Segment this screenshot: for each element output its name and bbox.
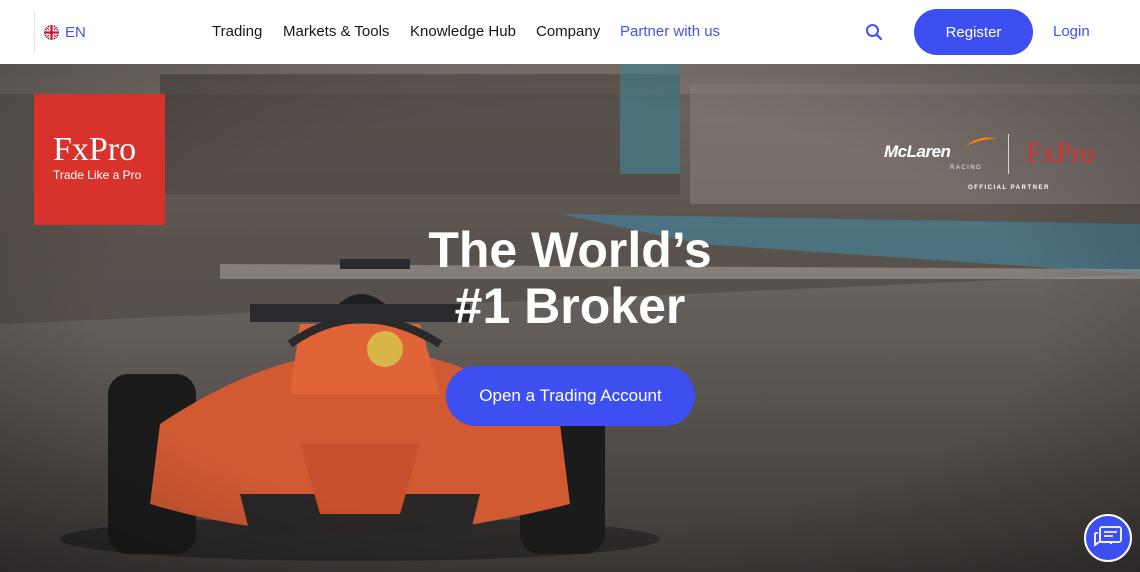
logo-wordmark: FxPro [53,131,137,168]
language-label: EN [65,23,86,41]
partner-logo-separator [1008,134,1009,174]
nav-link-company[interactable]: Company [536,22,600,42]
top-navbar: EN Trading Markets & Tools Knowledge Hub… [0,0,1140,64]
hero-title-line2: #1 Broker [454,278,686,334]
mclaren-racing-label: RACING [950,165,983,171]
mclaren-partner-logo: McLaren RACING FxPro OFFICIAL PARTNER [880,130,1115,194]
uk-flag-icon [44,24,59,40]
mclaren-swoosh-icon [966,137,997,146]
open-account-button[interactable]: Open a Trading Account [446,366,695,426]
search-icon[interactable] [864,22,884,42]
language-selector[interactable]: EN [44,22,86,42]
chat-button[interactable] [1084,514,1132,562]
chat-icon [1094,526,1122,547]
login-link[interactable]: Login [1053,22,1090,42]
register-button[interactable]: Register [914,9,1033,55]
nav-link-partner[interactable]: Partner with us [620,22,720,42]
fxpro-logo[interactable]: FxPro Trade Like a Pro [34,94,165,225]
nav-link-knowledge-hub[interactable]: Knowledge Hub [410,22,516,42]
mclaren-wordmark: McLaren [884,142,951,161]
hero-title-line1: The World’s [428,222,712,278]
hero-section: FxPro Trade Like a Pro McLaren RACING Fx… [0,64,1140,572]
logo-tagline: Trade Like a Pro [53,168,142,182]
official-partner-label: OFFICIAL PARTNER [968,185,1050,191]
nav-link-markets-tools[interactable]: Markets & Tools [283,22,389,42]
nav-link-trading[interactable]: Trading [212,22,262,42]
nav-divider [34,12,35,52]
partner-fxpro-wordmark: FxPro [1026,138,1095,169]
hero-title: The World’s #1 Broker [320,222,820,334]
